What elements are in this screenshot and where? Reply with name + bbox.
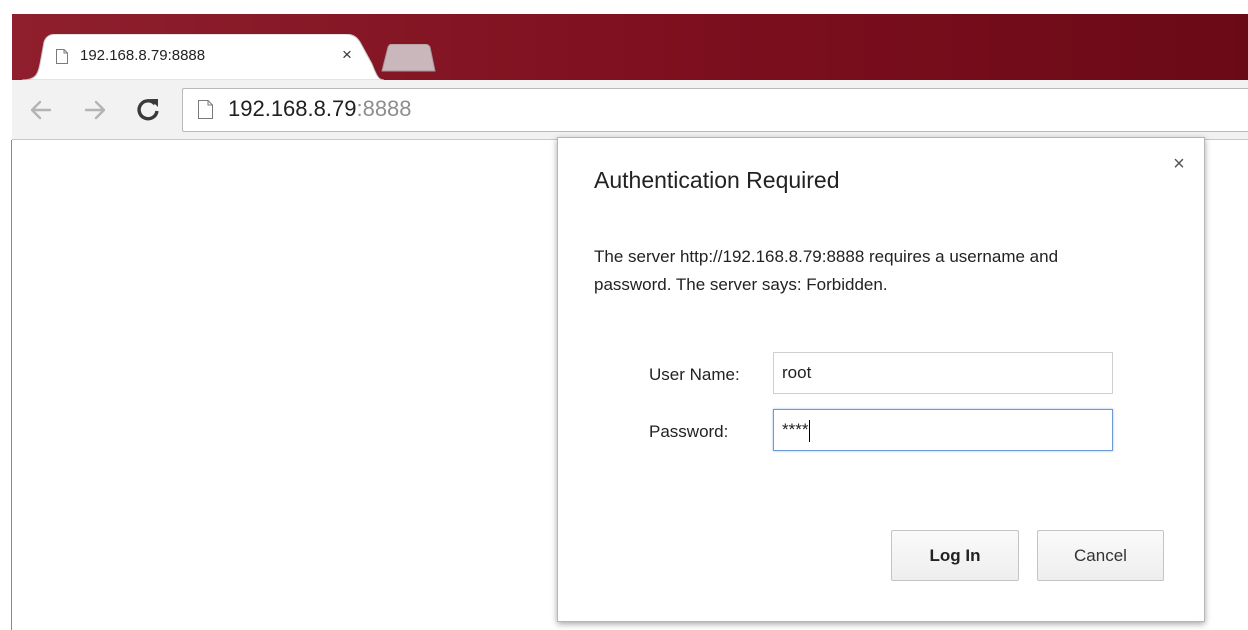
address-text[interactable]: 192.168.8.79:8888 [228, 96, 412, 122]
dialog-message-line-1: The server http://192.168.8.79:8888 requ… [594, 247, 1059, 266]
forward-arrow-icon[interactable] [80, 96, 110, 124]
login-button[interactable]: Log In [891, 530, 1019, 581]
cancel-button[interactable]: Cancel [1037, 530, 1164, 581]
window-edge [11, 140, 12, 630]
dialog-message-line-2: password. The server says: Forbidden. [594, 275, 888, 294]
address-port: :8888 [356, 96, 412, 121]
reload-icon[interactable] [134, 96, 164, 124]
text-caret [809, 419, 811, 442]
back-arrow-icon[interactable] [26, 96, 56, 124]
dialog-title: Authentication Required [594, 167, 840, 193]
tab-close-icon[interactable]: × [338, 46, 356, 64]
address-host: 192.168.8.79 [228, 96, 357, 121]
page-icon [56, 49, 68, 64]
password-value: **** [782, 420, 809, 439]
password-input[interactable]: **** [773, 409, 1113, 451]
page-icon [198, 100, 213, 119]
username-value: root [782, 363, 812, 382]
dialog-close-icon[interactable]: × [1168, 153, 1190, 175]
password-label: Password: [649, 422, 729, 441]
tab-title: 192.168.8.79:8888 [80, 47, 206, 64]
username-input[interactable]: root [773, 352, 1113, 394]
dialog-message: The server http://192.168.8.79:8888 requ… [594, 243, 1184, 299]
username-label: User Name: [649, 365, 740, 384]
new-tab-button[interactable] [378, 44, 438, 72]
